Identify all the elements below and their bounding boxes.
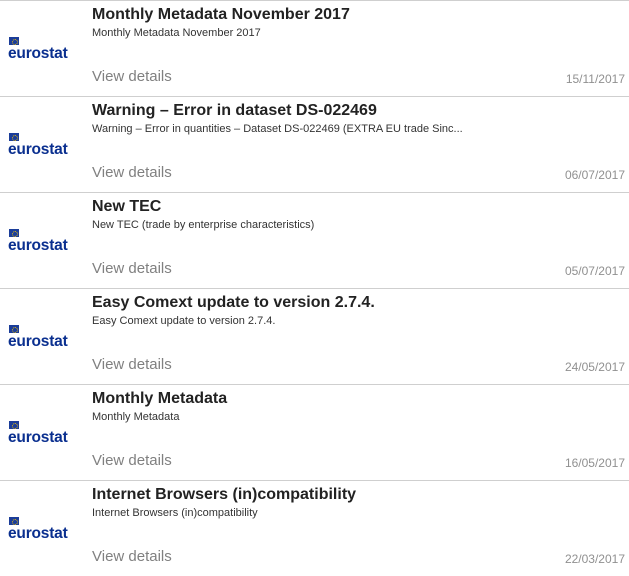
news-item[interactable]: eurostat Monthly Metadata Monthly Metada… [0, 384, 629, 480]
eurostat-logo: eurostat [8, 37, 78, 67]
news-item[interactable]: eurostat Warning – Error in dataset DS-0… [0, 96, 629, 192]
logo-text: eurostat [8, 429, 68, 446]
view-details-link[interactable]: View details [92, 164, 172, 182]
eu-flag-icon [9, 133, 19, 141]
logo-text: eurostat [8, 525, 68, 542]
news-date: 22/03/2017 [564, 552, 625, 566]
news-title[interactable]: Monthly Metadata [92, 390, 622, 408]
view-details-link[interactable]: View details [92, 356, 172, 374]
view-details-link[interactable]: View details [92, 260, 172, 278]
logo-text: eurostat [8, 333, 68, 350]
news-description: Warning – Error in quantities – Dataset … [92, 123, 463, 135]
news-title[interactable]: Internet Browsers (in)compatibility [92, 486, 622, 504]
news-list: eurostat Monthly Metadata November 2017 … [0, 0, 629, 566]
news-title[interactable]: Easy Comext update to version 2.7.4. [92, 294, 622, 312]
view-details-link[interactable]: View details [92, 548, 172, 566]
news-description: Monthly Metadata November 2017 [92, 27, 261, 39]
view-details-link[interactable]: View details [92, 68, 172, 86]
eurostat-logo: eurostat [8, 517, 78, 547]
eurostat-logo: eurostat [8, 133, 78, 163]
news-title[interactable]: Warning – Error in dataset DS-022469 [92, 102, 622, 120]
eu-flag-icon [9, 517, 19, 525]
eu-flag-icon [9, 421, 19, 429]
news-item[interactable]: eurostat Monthly Metadata November 2017 … [0, 0, 629, 96]
eurostat-logo: eurostat [8, 325, 78, 355]
news-date: 24/05/2017 [564, 360, 625, 374]
eu-flag-icon [9, 325, 19, 333]
eurostat-logo: eurostat [8, 421, 78, 451]
eu-flag-icon [9, 229, 19, 237]
news-description: New TEC (trade by enterprise characteris… [92, 219, 315, 231]
news-title[interactable]: New TEC [92, 198, 622, 216]
news-title[interactable]: Monthly Metadata November 2017 [92, 6, 622, 24]
news-item[interactable]: eurostat Easy Comext update to version 2… [0, 288, 629, 384]
eu-flag-icon [9, 37, 19, 45]
news-date: 15/11/2017 [565, 72, 625, 86]
news-date: 06/07/2017 [564, 168, 625, 182]
news-date: 05/07/2017 [564, 264, 625, 278]
eurostat-logo: eurostat [8, 229, 78, 259]
news-item[interactable]: eurostat Internet Browsers (in)compatibi… [0, 480, 629, 576]
logo-text: eurostat [8, 141, 68, 158]
news-date: 16/05/2017 [564, 456, 625, 470]
logo-text: eurostat [8, 45, 68, 62]
news-description: Monthly Metadata [92, 411, 180, 423]
news-description: Internet Browsers (in)compatibility [92, 507, 258, 519]
news-description: Easy Comext update to version 2.7.4. [92, 315, 276, 327]
news-item[interactable]: eurostat New TEC New TEC (trade by enter… [0, 192, 629, 288]
view-details-link[interactable]: View details [92, 452, 172, 470]
logo-text: eurostat [8, 237, 68, 254]
